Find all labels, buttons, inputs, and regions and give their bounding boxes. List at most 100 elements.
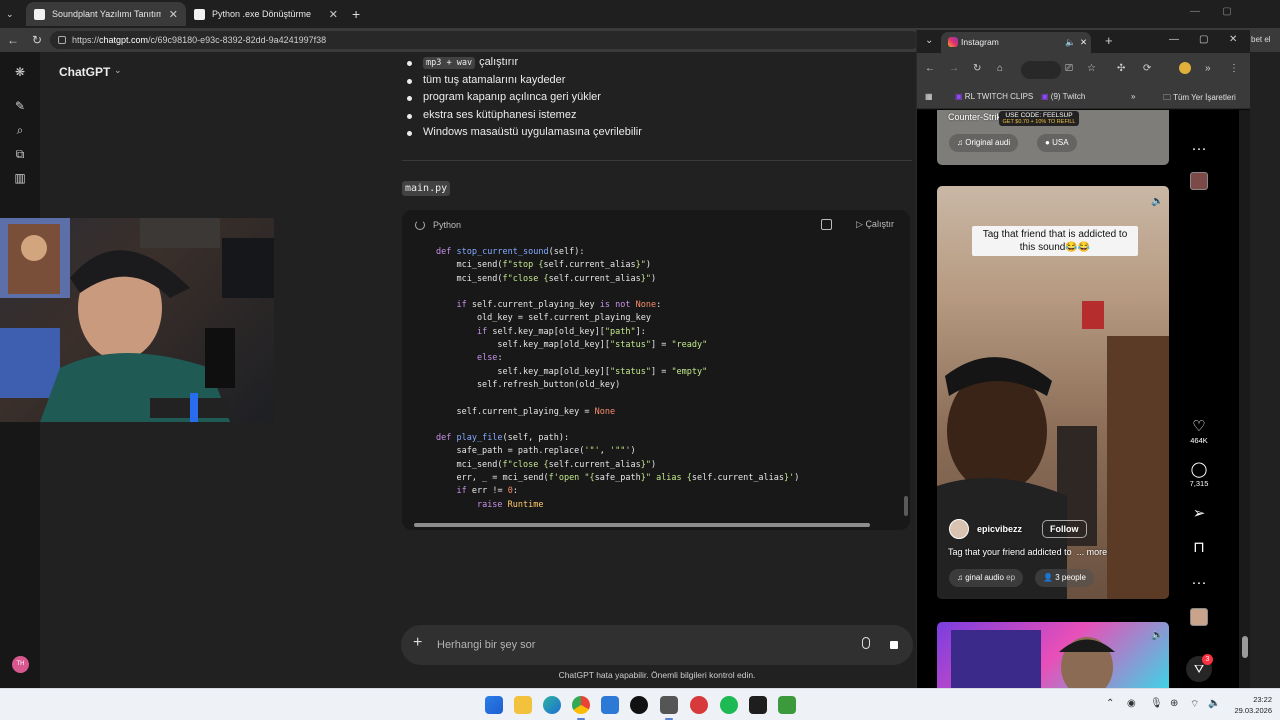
- app-green-icon[interactable]: [778, 696, 796, 714]
- share-button[interactable]: ➢: [1185, 505, 1213, 523]
- sync-icon[interactable]: ⟳: [1143, 63, 1151, 74]
- volume-icon[interactable]: 🔈: [1208, 698, 1220, 709]
- scrollbar-thumb[interactable]: [414, 523, 870, 527]
- tab-label: Python .exe Dönüştürme: [212, 9, 312, 19]
- close-window-icon[interactable]: ✕: [1229, 34, 1237, 45]
- close-tab-icon[interactable]: ✕: [1080, 32, 1087, 53]
- tab-search-chevron-icon[interactable]: ⌄: [925, 35, 933, 46]
- file-explorer-icon[interactable]: [514, 696, 532, 714]
- maximize-icon[interactable]: ▢: [1199, 34, 1208, 45]
- start-windows-icon[interactable]: [485, 696, 503, 714]
- wifi-icon[interactable]: ⌔: [1190, 698, 1199, 711]
- audio-pill[interactable]: ♫ Original audi: [949, 134, 1019, 152]
- more-options-icon[interactable]: ···: [1185, 574, 1213, 592]
- openai-logo-icon[interactable]: ❋: [12, 64, 28, 80]
- search-icon[interactable]: ⌕: [12, 122, 28, 138]
- audio-thumbnail[interactable]: [1185, 608, 1213, 626]
- page-scrollbar[interactable]: [1239, 110, 1250, 688]
- audio-thumbnail[interactable]: [1185, 172, 1213, 190]
- system-clock[interactable]: 23:22 29.03.2026: [1222, 694, 1272, 716]
- edge-icon[interactable]: [543, 696, 561, 714]
- apps-grid-icon[interactable]: ▦: [925, 92, 933, 101]
- avatar[interactable]: TH: [12, 656, 29, 673]
- all-bookmarks[interactable]: 🗀 Tüm Yer İşaretleri: [1163, 92, 1236, 106]
- network-icon[interactable]: ⊕: [1170, 698, 1178, 709]
- tagged-people-pill[interactable]: 👤 3 people: [1035, 569, 1094, 587]
- code-vertical-scrollbar-thumb[interactable]: [904, 496, 908, 516]
- url-bar[interactable]: https://chatgpt.com/c/69c98180-e93c-8392…: [50, 31, 920, 49]
- tab-search-chevron-icon[interactable]: ⌄: [6, 4, 14, 24]
- spotify-icon[interactable]: [720, 696, 738, 714]
- scrollbar-thumb[interactable]: [1242, 636, 1248, 658]
- tab-soundplant[interactable]: Soundplant Yazılımı Tanıtımı ✕: [26, 2, 186, 26]
- new-tab-plus-icon[interactable]: +: [352, 4, 360, 24]
- menu-kebab-icon[interactable]: ⋮: [1229, 63, 1239, 74]
- audio-pill[interactable]: ♫ ginal audio ep: [949, 569, 1024, 587]
- location-pill[interactable]: ● USA: [1037, 134, 1077, 152]
- bookmark-twitch[interactable]: ▣ (9) Twitch: [1041, 92, 1085, 101]
- new-chat-icon[interactable]: ✎: [12, 98, 28, 114]
- code-horizontal-scrollbar[interactable]: [408, 522, 904, 528]
- code-language: Python: [433, 220, 462, 230]
- mute-icon[interactable]: 🔈: [1151, 196, 1163, 207]
- chevron-right-icon[interactable]: »: [1205, 63, 1211, 74]
- steam-icon[interactable]: ◉: [1127, 698, 1136, 709]
- close-tab-icon[interactable]: ✕: [329, 8, 338, 21]
- tray-chevron-up-icon[interactable]: ⌃: [1106, 698, 1114, 709]
- minimize-icon[interactable]: —: [1169, 34, 1179, 45]
- site-info-icon[interactable]: [58, 36, 66, 44]
- username[interactable]: epicvibezz: [977, 524, 1022, 534]
- like-button[interactable]: ♡ 464K: [1185, 418, 1213, 445]
- chevron-down-icon[interactable]: ⌄: [114, 65, 122, 76]
- cast-icon[interactable]: ⎚: [1065, 63, 1073, 74]
- maximize-icon[interactable]: ▢: [1222, 6, 1231, 17]
- speaker-icon[interactable]: 🔈: [1065, 32, 1076, 53]
- avatar[interactable]: [949, 519, 969, 539]
- extensions-icon[interactable]: ✣: [1117, 63, 1125, 74]
- reload-icon[interactable]: ↻: [28, 31, 46, 49]
- reel-card[interactable]: Counter-Strike 2 more USE CODE: FEELSUP …: [937, 110, 1169, 165]
- close-tab-icon[interactable]: ✕: [169, 8, 178, 21]
- chrome-icon[interactable]: [572, 696, 590, 720]
- filter-icon: ⛛ 3: [1186, 654, 1213, 682]
- tab-python-exe[interactable]: Python .exe Dönüştürme ✕: [186, 2, 346, 26]
- mic-icon[interactable]: 🎙: [1150, 698, 1163, 709]
- bookmark-rl-twitch-clips[interactable]: ▣ RL TWITCH CLIPS: [955, 92, 1033, 101]
- images-icon[interactable]: ⧉: [12, 146, 28, 162]
- back-arrow-icon[interactable]: ←: [925, 63, 935, 74]
- app-red-icon[interactable]: [690, 696, 708, 714]
- list-item: tüm tuş atamalarını kaydeder: [404, 72, 904, 90]
- obs-icon[interactable]: [630, 696, 648, 714]
- more-link[interactable]: ... more: [1077, 547, 1108, 557]
- profile-icon[interactable]: [1179, 62, 1191, 74]
- attach-plus-icon[interactable]: +: [413, 634, 422, 652]
- model-selector[interactable]: ChatGPT: [59, 65, 110, 79]
- new-tab-plus-icon[interactable]: +: [1105, 33, 1113, 48]
- forward-arrow-icon[interactable]: →: [949, 63, 959, 74]
- microphone-icon[interactable]: [862, 637, 870, 649]
- terminal-icon[interactable]: [749, 696, 767, 714]
- stop-generating-button[interactable]: [882, 633, 906, 657]
- run-button[interactable]: ▷ Çalıştır: [856, 219, 894, 230]
- comment-button[interactable]: ◯ 7,315: [1185, 461, 1213, 488]
- back-arrow-icon[interactable]: ←: [4, 31, 22, 49]
- notifications-button[interactable]: ⛛ 3: [1185, 654, 1213, 682]
- copy-icon[interactable]: [821, 219, 832, 230]
- more-options-icon[interactable]: ···: [1185, 140, 1213, 158]
- minimize-icon[interactable]: —: [1190, 6, 1200, 17]
- save-button[interactable]: ⊓: [1185, 539, 1213, 557]
- soundplant-icon[interactable]: [660, 696, 678, 720]
- follow-button[interactable]: Follow: [1042, 520, 1087, 538]
- home-icon[interactable]: ⌂: [997, 63, 1003, 74]
- reel-card[interactable]: 🔈: [937, 622, 1169, 688]
- mute-icon[interactable]: 🔈: [1151, 630, 1163, 641]
- reload-icon[interactable]: ↻: [973, 63, 981, 74]
- notepad-icon[interactable]: [601, 696, 619, 714]
- site-controls[interactable]: [1021, 61, 1061, 79]
- bookmarks-overflow-icon[interactable]: »: [1131, 92, 1135, 101]
- prompt-input[interactable]: [437, 636, 817, 654]
- reel-card[interactable]: 🔈 Tag that friend that is addicted to th…: [937, 186, 1169, 599]
- library-icon[interactable]: ▥: [12, 170, 28, 186]
- star-icon[interactable]: ☆: [1087, 63, 1096, 74]
- tab-instagram[interactable]: Instagram 🔈 ✕: [941, 32, 1091, 53]
